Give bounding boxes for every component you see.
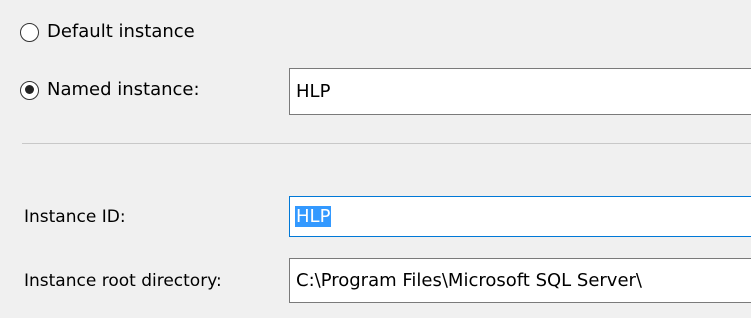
named-instance-radio-button[interactable] xyxy=(20,80,39,100)
named-instance-label: Named instance: xyxy=(47,79,200,100)
root-directory-label: Instance root directory: xyxy=(24,271,222,291)
root-directory-value: C:\Program Files\Microsoft SQL Server\ xyxy=(296,270,642,291)
instance-id-label: Instance ID: xyxy=(24,207,126,227)
default-instance-label: Default instance xyxy=(47,21,195,42)
named-instance-value: HLP xyxy=(296,81,331,102)
named-instance-input[interactable]: HLP xyxy=(289,68,751,115)
root-directory-input[interactable]: C:\Program Files\Microsoft SQL Server\ xyxy=(289,258,751,303)
instance-id-selected-text: HLP xyxy=(295,206,332,227)
instance-id-input[interactable]: HLP xyxy=(289,196,751,237)
section-divider xyxy=(22,143,751,144)
named-instance-radio[interactable]: Named instance: xyxy=(20,79,200,101)
default-instance-radio[interactable]: Default instance xyxy=(20,21,195,43)
default-instance-radio-button[interactable] xyxy=(20,22,39,42)
